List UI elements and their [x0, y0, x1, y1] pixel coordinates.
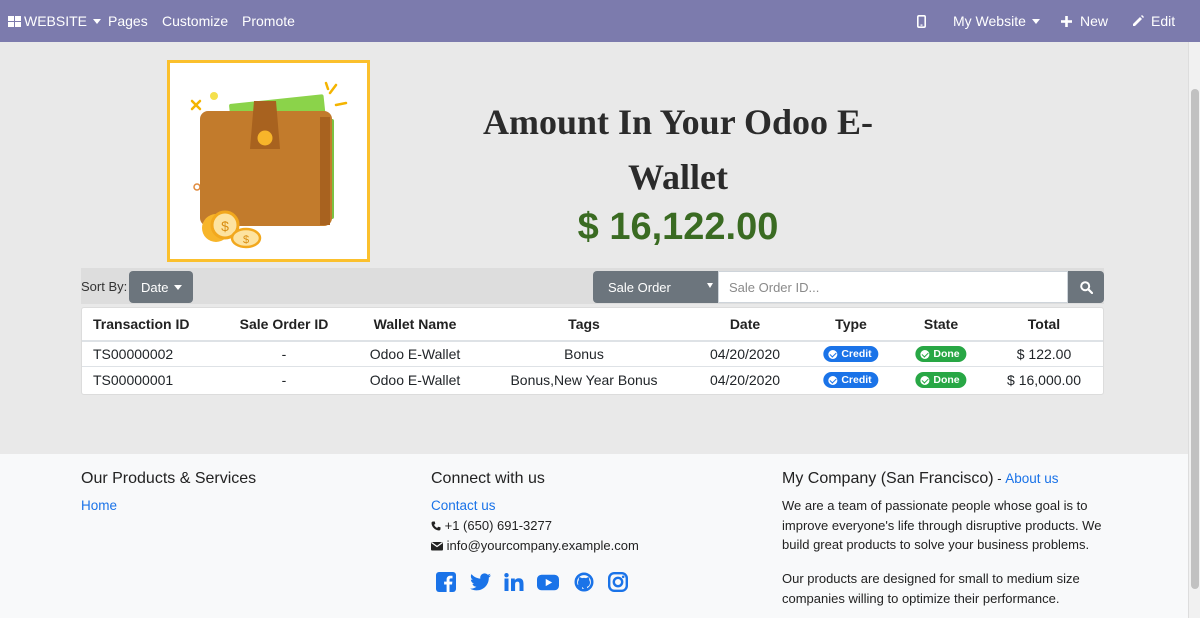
plus-icon — [1061, 15, 1072, 27]
page-scrollbar[interactable] — [1188, 42, 1200, 618]
website-menu-label: WEBSITE — [24, 13, 88, 29]
footer-company-description: We are a team of passionate people whose… — [782, 498, 1102, 552]
instagram-icon — [608, 572, 628, 592]
check-circle-icon — [920, 375, 930, 385]
customize-menu[interactable]: Customize — [162, 0, 228, 42]
chevron-down-icon — [707, 283, 713, 288]
footer-company-products: Our products are designed for small to m… — [782, 571, 1080, 606]
search-button[interactable] — [1068, 271, 1104, 303]
search-filter-label: Sale Order — [608, 279, 671, 295]
wallet-name-cell: Odoo E-Wallet — [369, 372, 461, 388]
col-header-tags: Tags — [568, 316, 600, 332]
youtube-icon — [537, 574, 559, 590]
edit-label: Edit — [1151, 13, 1176, 29]
transaction-id-cell: TS00000001 — [93, 372, 174, 388]
svg-text:$: $ — [221, 218, 229, 234]
footer-email-text: info@yourcompany.example.com — [446, 538, 639, 553]
col-header-total: Total — [1027, 316, 1061, 332]
website-menu[interactable]: WEBSITE — [8, 0, 102, 42]
total-cell: $ 16,000.00 — [1007, 372, 1081, 388]
footer-phone-text: +1 (650) 691-3277 — [444, 518, 552, 533]
col-header-wallet-name: Wallet Name — [373, 316, 457, 332]
footer-phone: +1 (650) 691-3277 — [431, 518, 552, 533]
check-circle-icon — [920, 349, 930, 359]
sort-date-label: Date — [141, 279, 169, 295]
table-row-divider — [82, 366, 1103, 367]
col-header-sale-order-id: Sale Order ID — [239, 316, 329, 332]
wallet-name-cell: Odoo E-Wallet — [369, 346, 461, 362]
facebook-icon — [436, 572, 456, 592]
linkedin-icon — [504, 573, 524, 591]
sale-order-search-input[interactable] — [718, 271, 1068, 303]
sort-by-label: Sort By: — [81, 279, 128, 294]
footer-company-heading: My Company (San Francisco) - About us — [782, 470, 1058, 488]
linkedin-link[interactable] — [503, 571, 525, 593]
footer-connect-title: Connect with us — [431, 470, 545, 487]
tags-cell: Bonus — [564, 346, 604, 362]
sale-order-id-cell: - — [281, 372, 287, 388]
footer-home-link[interactable]: Home — [81, 498, 117, 513]
footer-email: info@yourcompany.example.com — [431, 538, 639, 553]
my-website-label: My Website — [953, 13, 1026, 29]
table-header-divider — [82, 340, 1103, 342]
col-header-date: Date — [729, 316, 761, 332]
search-icon — [1079, 280, 1093, 294]
tags-cell: Bonus,New Year Bonus — [510, 372, 658, 388]
type-credit-badge: Credit — [823, 372, 879, 388]
check-circle-icon — [828, 375, 838, 385]
col-header-state: State — [923, 316, 959, 332]
check-circle-icon — [828, 349, 838, 359]
col-header-transaction-id: Transaction ID — [93, 316, 190, 332]
new-button[interactable]: New — [1061, 0, 1108, 42]
svg-text:$: $ — [243, 234, 249, 246]
state-done-label: Done — [933, 374, 960, 386]
new-label: New — [1080, 13, 1109, 29]
type-credit-badge: Credit — [823, 346, 879, 362]
github-link[interactable] — [573, 571, 595, 593]
website-top-bar: WEBSITE Pages Customize Promote My Websi… — [0, 0, 1200, 42]
sort-date-dropdown[interactable]: Date — [129, 271, 193, 303]
search-filter-select[interactable]: Sale Order — [593, 271, 718, 303]
wallet-image: $ $ — [167, 60, 370, 262]
type-credit-label: Credit — [841, 348, 872, 360]
state-done-badge: Done — [915, 372, 967, 388]
twitter-icon — [469, 573, 491, 591]
mobile-phone-icon — [917, 14, 926, 28]
footer-company-separator: - — [993, 471, 1006, 486]
apps-grid-icon — [8, 15, 21, 27]
chevron-down-icon — [174, 284, 183, 290]
phone-icon — [431, 521, 441, 531]
footer-products-title: Our Products & Services — [81, 470, 257, 487]
instagram-link[interactable] — [607, 571, 629, 593]
envelope-icon — [431, 542, 443, 551]
twitter-link[interactable] — [469, 571, 491, 593]
scrollbar-thumb[interactable] — [1191, 89, 1199, 589]
state-done-label: Done — [933, 348, 960, 360]
col-header-type: Type — [835, 316, 867, 332]
chevron-down-icon — [1031, 18, 1040, 24]
transaction-id-cell: TS00000002 — [93, 346, 174, 362]
footer-contact-link[interactable]: Contact us — [431, 498, 496, 513]
sale-order-id-cell: - — [281, 346, 287, 362]
pencil-icon — [1133, 15, 1144, 26]
footer-company-title: My Company (San Francisco) — [782, 470, 994, 487]
mobile-preview-button[interactable] — [917, 0, 926, 42]
wallet-illustration-icon: $ $ — [190, 81, 348, 249]
facebook-link[interactable] — [435, 571, 457, 593]
date-cell: 04/20/2020 — [709, 372, 781, 388]
pages-menu[interactable]: Pages — [108, 0, 148, 42]
date-cell: 04/20/2020 — [709, 346, 781, 362]
wallet-balance-amount: $ 16,122.00 — [577, 206, 779, 248]
type-credit-label: Credit — [841, 374, 872, 386]
edit-button[interactable]: Edit — [1132, 0, 1175, 42]
footer-about-link[interactable]: About us — [1005, 471, 1058, 486]
github-icon — [574, 572, 594, 592]
my-website-menu[interactable]: My Website — [953, 0, 1040, 42]
chevron-down-icon — [93, 18, 102, 24]
state-done-badge: Done — [915, 346, 967, 362]
wallet-amount-heading: Amount In Your Odoo E-Wallet — [482, 102, 874, 197]
total-cell: $ 122.00 — [1016, 346, 1072, 362]
promote-menu[interactable]: Promote — [242, 0, 295, 42]
youtube-link[interactable] — [537, 571, 559, 593]
